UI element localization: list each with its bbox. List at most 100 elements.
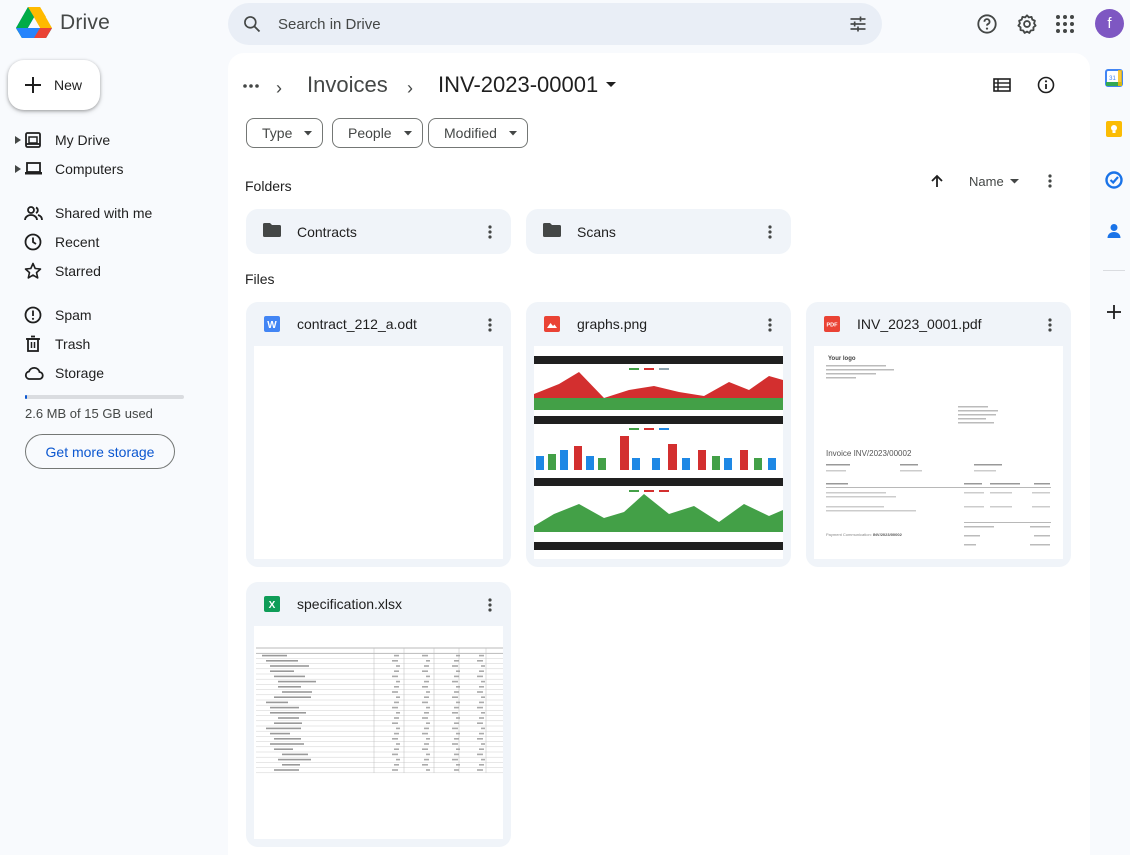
filter-label: Modified (444, 125, 497, 141)
sort-direction-arrow-icon[interactable] (930, 174, 944, 188)
avatar-letter: f (1107, 15, 1112, 32)
expand-caret-icon[interactable] (15, 136, 21, 144)
list-view-icon[interactable] (993, 78, 1011, 92)
folder-icon (263, 223, 281, 237)
invoice-logo-text: Your logo (828, 356, 856, 362)
chevron-down-icon (403, 130, 412, 135)
folder-name: Contracts (297, 224, 357, 240)
dropdown-arrow-icon (1009, 179, 1019, 184)
filter-people-chip[interactable]: People (332, 118, 423, 148)
folder-item-scans[interactable]: Scans (526, 209, 791, 254)
file-card-graphs-png[interactable]: graphs.png (526, 302, 791, 567)
storage-usage-text: 2.6 MB of 15 GB used (25, 406, 153, 421)
trash-icon (26, 335, 40, 352)
sidebar-item-trash[interactable]: Trash (0, 330, 200, 358)
search-bar[interactable] (228, 3, 882, 45)
star-icon (24, 262, 42, 279)
file-card-specification-xlsx[interactable]: X specification.xlsx (246, 582, 511, 847)
file-name: INV_2023_0001.pdf (857, 316, 982, 332)
expand-caret-icon[interactable] (15, 165, 21, 173)
file-menu-kebab-icon[interactable] (478, 593, 502, 617)
sidebar-item-label: Spam (55, 307, 92, 323)
breadcrumb-current[interactable]: INV-2023-00001 (438, 72, 617, 98)
settings-gear-icon[interactable] (1007, 4, 1047, 44)
filter-modified-chip[interactable]: Modified (428, 118, 528, 148)
dropdown-arrow-icon (606, 82, 617, 87)
file-name: graphs.png (577, 316, 648, 332)
file-type-letter: PDF (827, 323, 839, 329)
invoice-thumbnail-image: Your logo Invoice INV/2023/00002 Payment… (814, 346, 1063, 559)
invoice-comm-value: INV/2023/00002 (873, 532, 903, 537)
folder-menu-kebab-icon[interactable] (478, 220, 502, 244)
spam-icon (24, 306, 42, 324)
breadcrumb-overflow-icon[interactable] (243, 84, 259, 88)
folder-icon (543, 223, 561, 237)
drive-logo[interactable]: Drive (16, 7, 110, 39)
file-menu-kebab-icon[interactable] (1038, 313, 1062, 337)
sort-by-name-button[interactable]: Name (969, 174, 1019, 189)
spreadsheet-file-icon: X (264, 596, 280, 612)
sidebar-item-recent[interactable]: Recent (0, 228, 200, 256)
sidebar-item-label: Shared with me (55, 205, 153, 221)
folder-menu-kebab-icon[interactable] (758, 220, 782, 244)
chevron-down-icon (304, 130, 313, 135)
file-menu-kebab-icon[interactable] (478, 313, 502, 337)
sidebar-item-starred[interactable]: Starred (0, 257, 200, 285)
folder-name: Scans (577, 224, 616, 240)
tasks-app-icon[interactable] (1097, 168, 1130, 192)
more-options-kebab-icon[interactable] (1038, 169, 1062, 193)
search-options-icon[interactable] (848, 14, 868, 34)
invoice-title-text: Invoice INV/2023/00002 (826, 449, 912, 458)
sidebar-item-label: Storage (55, 365, 105, 381)
apps-grid-icon[interactable] (1045, 4, 1085, 44)
file-card-header: X specification.xlsx (246, 582, 511, 626)
graphs-thumbnail-image (534, 346, 783, 559)
account-avatar[interactable]: f (1095, 9, 1124, 38)
file-card-header: graphs.png (526, 302, 791, 346)
add-app-plus-icon[interactable] (1097, 300, 1130, 324)
file-card-contract-odt[interactable]: W contract_212_a.odt (246, 302, 511, 567)
page-title: INV-2023-00001 (438, 72, 599, 97)
search-icon[interactable] (242, 14, 262, 34)
file-thumbnail (254, 626, 503, 839)
filter-type-chip[interactable]: Type (246, 118, 324, 148)
new-button[interactable]: New (8, 60, 100, 110)
sidebar-item-spam[interactable]: Spam (0, 301, 200, 329)
my-drive-icon (25, 132, 41, 148)
file-menu-kebab-icon[interactable] (758, 313, 782, 337)
file-type-letter: W (267, 320, 277, 331)
search-input[interactable] (278, 3, 838, 45)
file-name: specification.xlsx (297, 596, 403, 612)
contacts-app-icon[interactable] (1097, 219, 1130, 243)
image-file-icon (544, 316, 560, 332)
file-thumbnail (254, 346, 503, 559)
calendar-app-icon[interactable]: 31 (1097, 66, 1130, 90)
breadcrumb-separator-icon: › (276, 78, 282, 98)
sidebar-item-my-drive[interactable]: My Drive (0, 126, 200, 154)
folder-item-contracts[interactable]: Contracts (246, 209, 511, 254)
file-type-letter: X (269, 600, 276, 611)
sidebar-item-computers[interactable]: Computers (0, 155, 200, 183)
drive-logo-icon (16, 7, 52, 38)
sidebar-item-storage[interactable]: Storage (0, 359, 200, 387)
computers-icon (25, 162, 42, 175)
file-card-invoice-pdf[interactable]: PDF INV_2023_0001.pdf Your logo Invoice … (806, 302, 1071, 567)
keep-app-icon[interactable] (1097, 117, 1130, 141)
file-card-header: W contract_212_a.odt (246, 302, 511, 346)
files-heading: Files (245, 271, 275, 287)
svg-text:31: 31 (1109, 76, 1116, 82)
file-thumbnail (534, 346, 783, 559)
sidebar-item-shared-with-me[interactable]: Shared with me (0, 199, 200, 227)
get-more-storage-button[interactable]: Get more storage (25, 434, 175, 469)
help-icon[interactable] (967, 4, 1007, 44)
filter-label: Type (262, 125, 293, 141)
file-card-header: PDF INV_2023_0001.pdf (806, 302, 1071, 346)
breadcrumb-parent[interactable]: Invoices (307, 72, 388, 98)
file-thumbnail: Your logo Invoice INV/2023/00002 Payment… (814, 346, 1063, 559)
storage-meter (25, 395, 184, 399)
new-button-label: New (54, 77, 83, 93)
sidebar-item-label: Starred (55, 263, 101, 279)
clock-icon (24, 233, 42, 251)
storage-meter-fill (25, 395, 27, 399)
details-info-icon[interactable] (1037, 76, 1055, 94)
